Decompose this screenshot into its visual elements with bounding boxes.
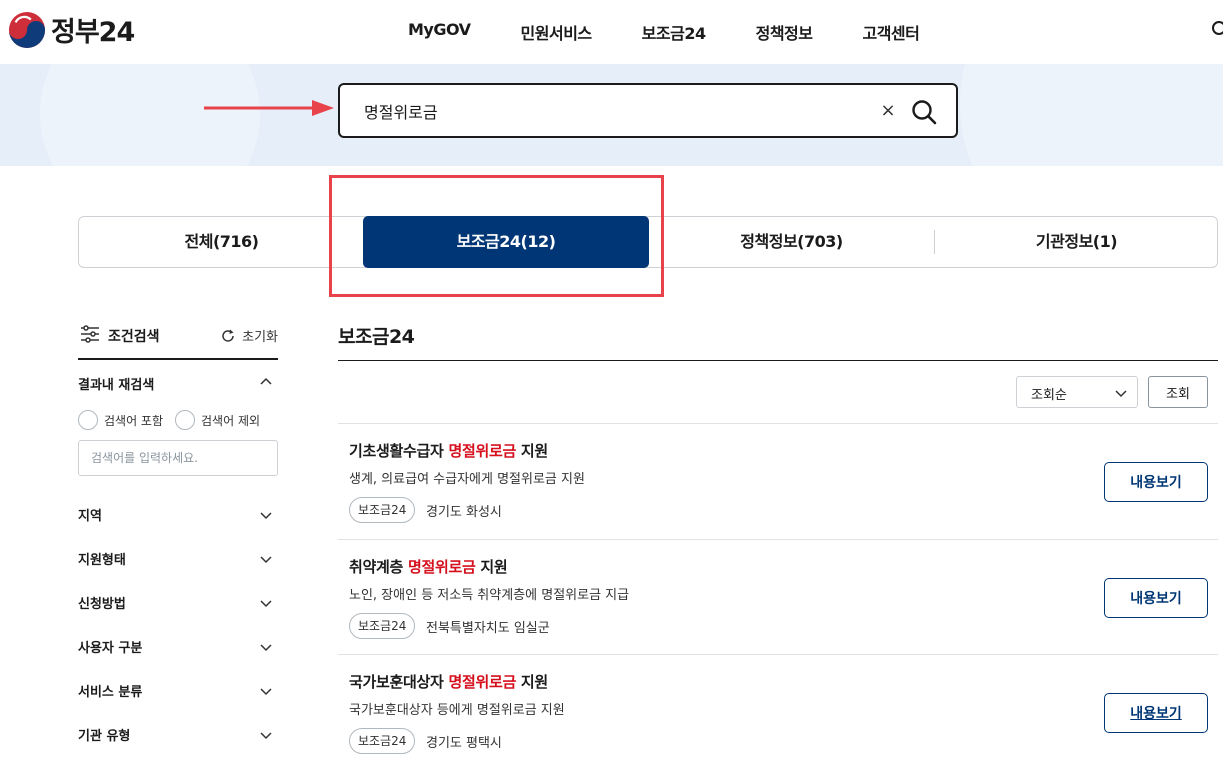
result-item: 국가보훈대상자 명절위로금 지원 국가보훈대상자 등에게 명절위로금 지원 보조… [338,671,1218,762]
refine-search-section: 결과내 재검색 검색어 포함 검색어 제외 [78,360,278,520]
query-button[interactable]: 조회 [1148,376,1208,408]
annotation-highlight-box [329,175,664,297]
filter-user-type[interactable]: 사용자 구분 [78,637,278,657]
result-item-region: 경기도 평택시 [426,736,502,751]
filter-service-category-label: 서비스 분류 [78,685,143,700]
filter-sliders-icon [81,325,99,343]
title-prefix: 기초생활수급자 [349,442,449,460]
reset-label: 초기화 [242,330,278,345]
filter-support-type[interactable]: 지원형태 [78,549,278,569]
refine-search-input[interactable] [78,440,278,476]
nav-subsidy24[interactable]: 보조금24 [642,20,706,44]
result-item-region: 경기도 화성시 [426,505,502,520]
clear-search-button[interactable]: × [876,99,900,123]
option-exclude-label: 검색어 제외 [201,413,261,428]
nav-civil-service[interactable]: 민원서비스 [521,20,593,44]
tab-agency-info[interactable]: 기관정보(1) [935,217,1218,267]
annotation-arrow-icon [204,100,334,116]
option-exclude[interactable]: 검색어 제외 [175,410,260,430]
option-include[interactable]: 검색어 포함 [78,410,163,430]
decor-circle [960,64,1223,166]
chevron-down-icon [260,732,272,740]
chevron-down-icon [260,512,272,520]
category-tag: 보조금24 [349,728,416,754]
view-details-label: 내용보기 [1130,591,1182,607]
filter-apply-method-label: 신청방법 [78,597,126,612]
divider [338,360,1218,361]
filter-support-type-label: 지원형태 [78,553,126,568]
result-section-title: 보조금24 [338,326,415,348]
filter-sidebar: 조건검색 초기화 결과내 재검색 검색어 포함 검색어 제외 [78,318,278,520]
result-item-title[interactable]: 취약계층 명절위로금 지원 [349,556,508,577]
result-item-desc: 국가보훈대상자 등에게 명절위로금 지원 [349,703,565,718]
search-icon[interactable] [1211,20,1223,40]
sort-select-value: 조회순 [1031,388,1067,403]
result-item-title[interactable]: 기초생활수급자 명절위로금 지원 [349,440,548,461]
reset-button[interactable]: 초기화 [220,326,278,345]
refine-label: 결과내 재검색 [78,378,155,393]
view-details-button[interactable]: 내용보기 [1104,462,1208,502]
chevron-down-icon [260,556,272,564]
sort-select[interactable]: 조회순 [1016,376,1138,408]
filter-region-label: 지역 [78,509,102,524]
main-nav: MyGOV 민원서비스 보조금24 정책정보 고객센터 [408,20,969,44]
filter-agency-type-label: 기관 유형 [78,729,131,744]
title-highlight: 명절위로금 [448,442,516,460]
chevron-down-icon [1115,390,1127,398]
tab-all[interactable]: 전체(716) [79,217,364,267]
view-details-button[interactable]: 내용보기 [1104,693,1208,733]
filter-title: 조건검색 [108,329,160,345]
taegeuk-logo-icon [8,11,46,48]
filter-user-type-label: 사용자 구분 [78,641,143,656]
radio-include[interactable] [78,410,98,430]
filter-apply-method[interactable]: 신청방법 [78,593,278,613]
chevron-down-icon [260,600,272,608]
filter-service-category[interactable]: 서비스 분류 [78,681,278,701]
chevron-down-icon [260,688,272,696]
title-prefix: 취약계층 [349,558,408,576]
view-details-button[interactable]: 내용보기 [1104,578,1208,618]
divider [338,654,1218,655]
nav-customer-center[interactable]: 고객센터 [862,20,919,44]
result-item-desc: 생계, 의료급여 수급자에게 명절위로금 지원 [349,472,585,487]
title-highlight: 명절위로금 [407,558,476,576]
nav-policy-info[interactable]: 정책정보 [756,20,813,44]
refine-options: 검색어 포함 검색어 제외 [78,410,272,430]
filter-header: 조건검색 초기화 [78,318,278,360]
title-prefix: 국가보훈대상자 [349,673,449,691]
chevron-down-icon [260,644,272,652]
divider [338,423,1218,424]
title-suffix: 지원 [515,673,548,691]
title-highlight: 명절위로금 [448,673,516,691]
title-suffix: 지원 [515,442,548,460]
refresh-icon [222,329,234,342]
nav-mygov[interactable]: MyGOV [408,20,471,44]
search-input[interactable] [364,99,844,123]
filter-region[interactable]: 지역 [78,505,278,525]
divider [338,539,1218,540]
view-details-label: 내용보기 [1130,475,1182,491]
search-button-icon[interactable] [910,98,938,126]
chevron-up-icon[interactable] [260,376,272,388]
result-item-region: 전북특별자치도 임실군 [426,621,550,636]
header: 정부24 MyGOV 민원서비스 보조금24 정책정보 고객센터 [0,0,1223,64]
logo[interactable]: 정부24 [8,10,135,49]
result-item-desc: 노인, 장애인 등 저소득 취약계층에 명절위로금 지급 [349,588,630,603]
logo-text: 정부24 [51,17,135,48]
option-include-label: 검색어 포함 [104,413,164,428]
tab-policy-info[interactable]: 정책정보(703) [649,217,934,267]
filter-agency-type[interactable]: 기관 유형 [78,725,278,745]
search-box: × [338,83,958,138]
view-details-label: 내용보기 [1130,706,1182,722]
radio-exclude[interactable] [175,410,196,430]
category-tag: 보조금24 [349,497,416,523]
title-suffix: 지원 [475,558,508,576]
result-item-title[interactable]: 국가보훈대상자 명절위로금 지원 [349,671,548,692]
category-tag: 보조금24 [349,613,416,639]
